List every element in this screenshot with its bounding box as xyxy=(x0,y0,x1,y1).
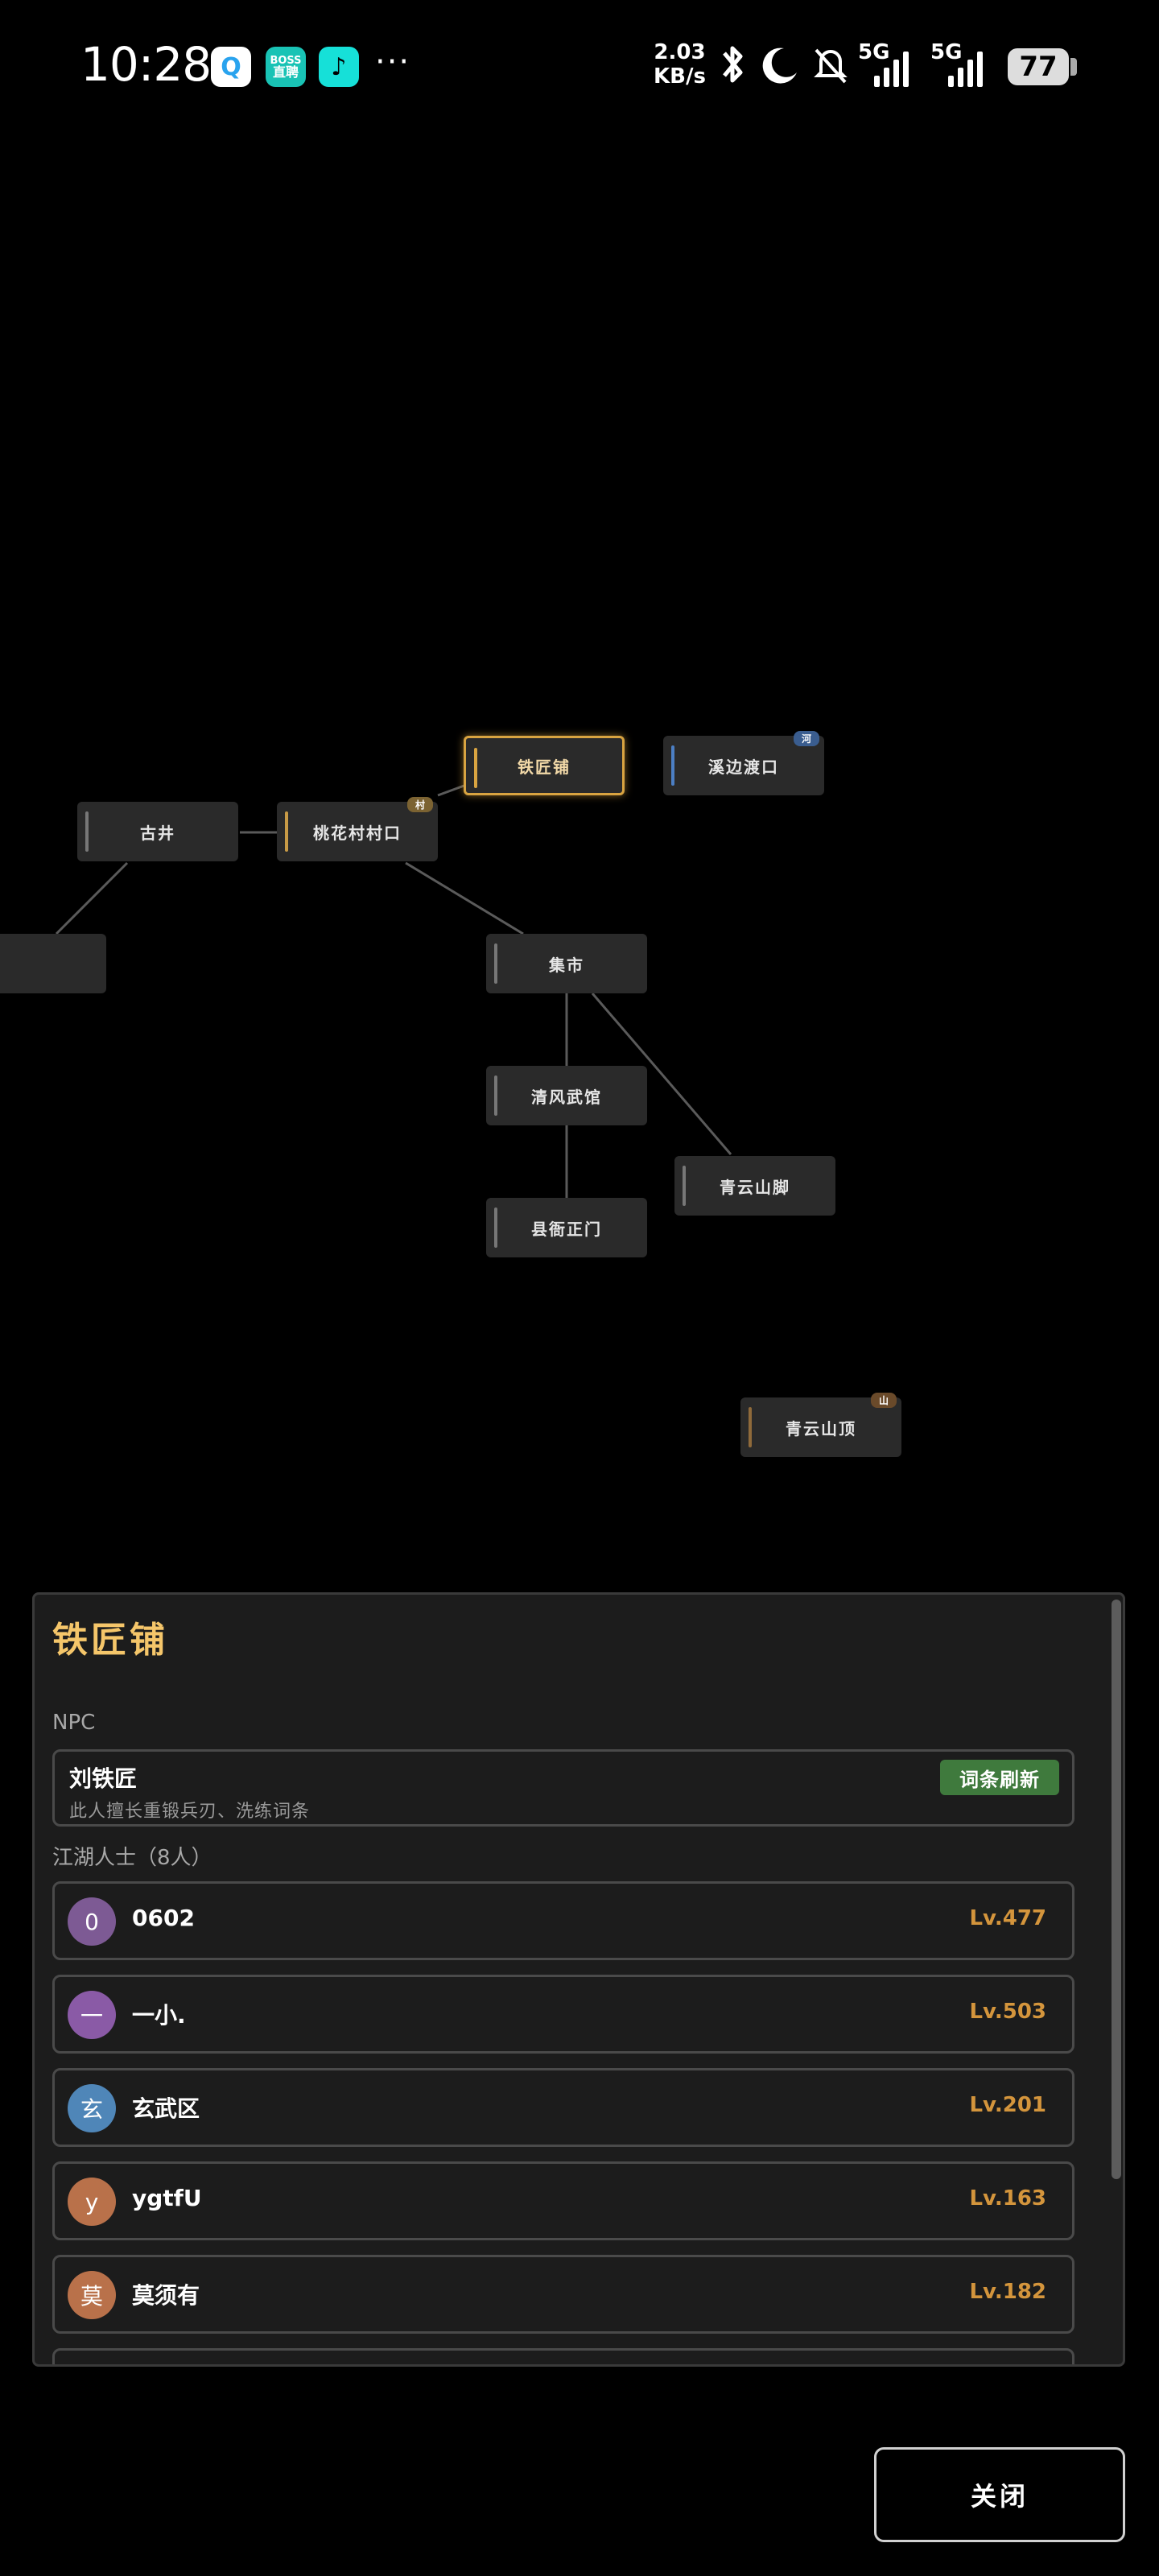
mountain-tag-badge: 山 xyxy=(870,1393,897,1408)
player-name: ygtfU xyxy=(132,2185,202,2211)
map-node-label: 县衙正门 xyxy=(531,1219,602,1239)
network-speed-unit: KB/s xyxy=(654,64,706,89)
player-avatar: 一 xyxy=(68,1991,116,2039)
node-accent-bar xyxy=(474,748,477,788)
npc-name: 刘铁匠 xyxy=(69,1765,138,1792)
signal-1-bars-icon xyxy=(874,47,909,87)
signal-2-bars-icon xyxy=(948,47,983,87)
map-node-label: 青云山脚 xyxy=(720,1177,790,1197)
player-level: Lv.182 xyxy=(969,2280,1046,2304)
npc-card[interactable]: 刘铁匠 此人擅长重锻兵刃、洗练词条 词条刷新 xyxy=(52,1749,1074,1827)
do-not-disturb-moon-icon xyxy=(760,40,802,99)
node-accent-bar xyxy=(494,943,497,984)
link-taohuacun-jishi xyxy=(405,861,524,935)
player-level: Lv.201 xyxy=(969,2093,1046,2117)
village-tag-badge: 村 xyxy=(406,797,433,812)
map-node-label: 铁匠铺 xyxy=(518,757,571,777)
map-node-partial[interactable]: 庐 xyxy=(0,934,106,993)
boss-zhipin-notification-icon: BOSS 直聘 xyxy=(266,47,306,87)
map-node-label: 集市 xyxy=(549,955,584,975)
node-accent-bar xyxy=(749,1407,752,1447)
player-row[interactable]: 0 0602 Lv.477 xyxy=(52,1881,1074,1960)
bluetooth-icon xyxy=(713,40,752,99)
player-avatar: 莫 xyxy=(68,2271,116,2319)
network-speed-value: 2.03 xyxy=(654,40,706,64)
map-node-xibianduko[interactable]: 溪边渡口 河 xyxy=(663,731,824,795)
network-speed: 2.03 KB/s xyxy=(654,40,706,89)
panel-scrollbar[interactable] xyxy=(1112,1600,1121,2356)
river-tag-badge: 河 xyxy=(793,731,819,746)
player-row-partial[interactable] xyxy=(52,2348,1074,2367)
npc-description: 此人擅长重锻兵刃、洗练词条 xyxy=(69,1802,311,1822)
player-avatar: 0 xyxy=(68,1897,116,1946)
player-name: 玄武区 xyxy=(132,2095,200,2122)
location-detail-panel[interactable]: 铁匠铺 NPC 刘铁匠 此人擅长重锻兵刃、洗练词条 词条刷新 江湖人士（8人） … xyxy=(32,1592,1125,2367)
status-time: 10:28 xyxy=(80,37,212,92)
map-node-jishi[interactable]: 集市 xyxy=(486,934,647,993)
map-node-gujing[interactable]: 古井 xyxy=(77,802,238,861)
map-node-label: 溪边渡口 xyxy=(708,757,779,777)
refresh-affix-button[interactable]: 词条刷新 xyxy=(940,1760,1059,1795)
map-node-qingfeng[interactable]: 清风武馆 xyxy=(486,1066,647,1125)
mute-bell-icon xyxy=(810,40,852,99)
player-row[interactable]: 玄 玄武区 Lv.201 xyxy=(52,2068,1074,2147)
node-accent-bar xyxy=(85,811,89,852)
player-avatar: y xyxy=(68,2178,116,2226)
map-node-label: 古井 xyxy=(140,823,175,843)
player-name: 一小. xyxy=(132,2002,186,2029)
qq-notification-icon: Q xyxy=(211,47,251,87)
battery-tip xyxy=(1070,58,1077,76)
douyin-notification-icon: ♪ xyxy=(319,47,359,87)
node-accent-bar xyxy=(494,1075,497,1116)
node-accent-bar xyxy=(494,1208,497,1248)
map-node-taohuacun[interactable]: 桃花村村口 村 xyxy=(277,797,438,861)
map-node-label: 桃花村村口 xyxy=(313,823,402,843)
battery-icon: 77 xyxy=(1008,48,1069,85)
map-node-xianya[interactable]: 县衙正门 xyxy=(486,1198,647,1257)
node-accent-bar xyxy=(683,1166,686,1206)
panel-title: 铁匠铺 xyxy=(52,1620,168,1661)
player-row[interactable]: y ygtfU Lv.163 xyxy=(52,2161,1074,2240)
map-node-tiejiangpu[interactable]: 铁匠铺 xyxy=(464,736,625,795)
player-level: Lv.503 xyxy=(969,2000,1046,2024)
map-node-qingyunjiao[interactable]: 青云山脚 xyxy=(674,1156,835,1216)
player-row[interactable]: 莫 莫须有 Lv.182 xyxy=(52,2255,1074,2334)
player-name: 0602 xyxy=(132,1905,195,1931)
link-gujing-partial xyxy=(55,861,129,935)
status-bar: 10:28 Q BOSS 直聘 ♪ ··· 2.03 KB/s 5G 5G 77 xyxy=(0,0,1159,137)
node-accent-bar xyxy=(285,811,288,852)
player-level: Lv.163 xyxy=(969,2186,1046,2211)
node-accent-bar xyxy=(671,745,674,786)
location-map[interactable]: 铁匠铺 溪边渡口 河 古井 桃花村村口 村 庐 集市 清风武馆 县衙 xyxy=(0,137,1159,1570)
boss-icon-text-bottom: 直聘 xyxy=(272,64,299,80)
map-node-label: 青云山顶 xyxy=(786,1418,856,1439)
map-node-label: 清风武馆 xyxy=(531,1087,602,1107)
player-avatar: 玄 xyxy=(68,2084,116,2132)
player-name: 莫须有 xyxy=(132,2282,200,2309)
player-row[interactable]: 一 一小. Lv.503 xyxy=(52,1975,1074,2054)
panel-scrollbar-thumb[interactable] xyxy=(1112,1600,1121,2179)
player-level: Lv.477 xyxy=(969,1906,1046,1930)
map-node-qingyunding[interactable]: 青云山顶 山 xyxy=(740,1393,901,1457)
npc-section-label: NPC xyxy=(52,1711,96,1735)
player-avatar xyxy=(68,2364,116,2367)
more-notifications-icon: ··· xyxy=(375,43,411,80)
players-section-label: 江湖人士（8人） xyxy=(52,1846,212,1870)
close-button[interactable]: 关闭 xyxy=(874,2447,1125,2542)
